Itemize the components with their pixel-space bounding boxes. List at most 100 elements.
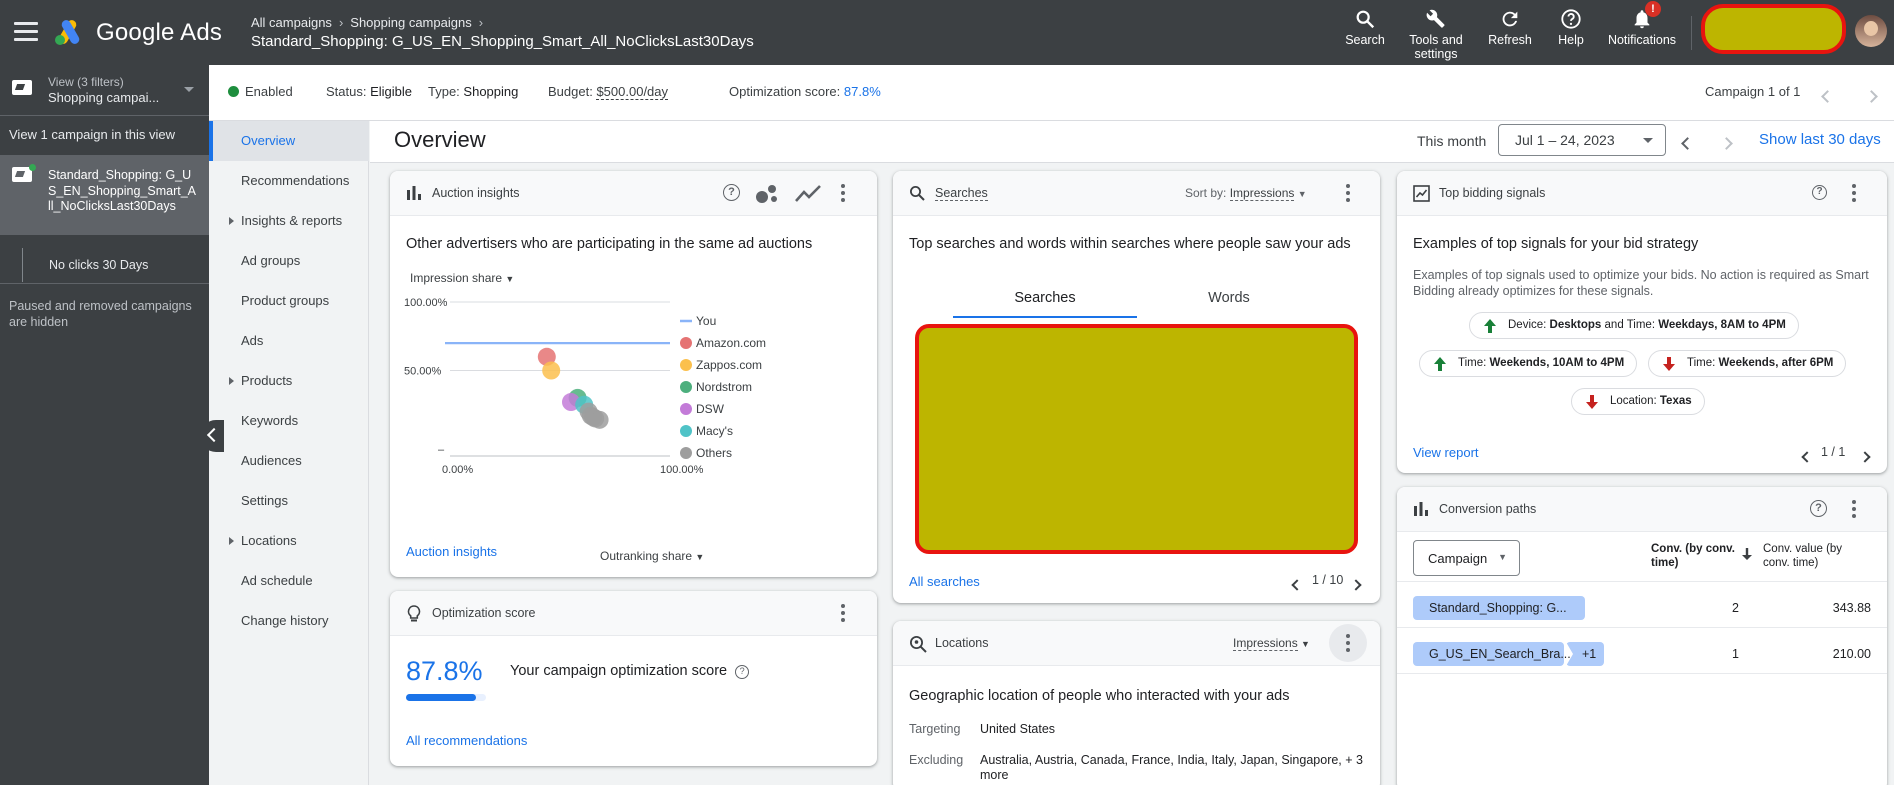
top-bidding-signals-card: Top bidding signals ? Examples of top si… bbox=[1397, 171, 1887, 473]
scatter-view-icon[interactable] bbox=[754, 183, 780, 205]
page-menu-change-history[interactable]: Change history bbox=[209, 601, 369, 641]
collapse-panel-button[interactable] bbox=[200, 420, 224, 452]
signal-chip-weekends-evening: Time: Weekends, after 6PM bbox=[1648, 350, 1847, 377]
signals-pager: 1 / 1 bbox=[1821, 445, 1846, 459]
help-button[interactable]: Help bbox=[1556, 8, 1586, 47]
account-info-redacted[interactable] bbox=[1701, 4, 1846, 54]
next-campaign-button[interactable] bbox=[1865, 89, 1878, 104]
page-menu-ad-groups[interactable]: Ad groups bbox=[209, 241, 369, 281]
opt-score-label: Optimization score: bbox=[729, 84, 841, 99]
campaign-nav-item[interactable]: Standard_Shopping: G_US_EN_Shopping_Smar… bbox=[0, 155, 209, 235]
adgroup-nav-item[interactable]: No clicks 30 Days bbox=[22, 248, 209, 282]
campaign-budget[interactable]: Budget: $500.00/day bbox=[548, 84, 669, 100]
menu-icon[interactable] bbox=[14, 22, 38, 42]
auction-insights-link[interactable]: Auction insights bbox=[406, 544, 497, 559]
legend-label: You bbox=[696, 314, 716, 328]
page-menu-keywords[interactable]: Keywords bbox=[209, 401, 369, 441]
page-menu-settings[interactable]: Settings bbox=[209, 481, 369, 521]
budget-value[interactable]: $500.00/day bbox=[596, 84, 669, 100]
all-recommendations-link[interactable]: All recommendations bbox=[406, 733, 527, 748]
tools-settings-button[interactable]: Tools and settings bbox=[1404, 8, 1468, 61]
help-icon[interactable]: ? bbox=[1810, 500, 1827, 517]
all-searches-link[interactable]: All searches bbox=[909, 574, 980, 589]
next-period-button[interactable] bbox=[1720, 135, 1733, 153]
page-menu-product-groups[interactable]: Product groups bbox=[209, 281, 369, 321]
arrow-up-icon bbox=[1484, 319, 1496, 333]
column-header-conversions[interactable]: Conv. (by conv. time) bbox=[1651, 542, 1735, 570]
prev-page-button[interactable] bbox=[1291, 576, 1303, 594]
refresh-button[interactable]: Refresh bbox=[1487, 8, 1533, 47]
notification-badge: ! bbox=[1645, 1, 1661, 17]
sort-by-dropdown[interactable]: Sort by: Impressions ▼ bbox=[1185, 186, 1307, 201]
page-menu-products[interactable]: Products bbox=[209, 361, 369, 401]
enabled-status[interactable]: Enabled bbox=[228, 84, 293, 99]
column-header-conv-value[interactable]: Conv. value (by conv. time) bbox=[1763, 542, 1842, 570]
page-menu-label: Settings bbox=[241, 493, 288, 508]
notifications-button[interactable]: Notifications bbox=[1605, 8, 1679, 47]
app-logo-text: Google Ads bbox=[96, 19, 223, 46]
campaign-title[interactable]: Standard_Shopping: G_US_EN_Shopping_Smar… bbox=[251, 33, 754, 50]
sort-by-dropdown[interactable]: Impressions ▼ bbox=[1233, 636, 1310, 651]
more-options-icon[interactable] bbox=[1852, 500, 1856, 518]
tab-searches[interactable]: Searches bbox=[953, 290, 1137, 318]
status-value: Eligible bbox=[370, 84, 413, 99]
date-range-picker[interactable]: Jul 1 – 24, 2023 bbox=[1498, 124, 1666, 156]
notifications-label: Notifications bbox=[1607, 33, 1677, 47]
path-chip[interactable]: G_US_EN_Search_Bra... bbox=[1413, 642, 1571, 666]
path-chip[interactable]: Standard_Shopping: G... bbox=[1413, 596, 1585, 620]
search-button[interactable]: Search bbox=[1345, 8, 1385, 47]
opt-score-value[interactable]: 87.8% bbox=[844, 84, 881, 99]
help-label: Help bbox=[1558, 33, 1584, 47]
breadcrumb-all-campaigns[interactable]: All campaigns bbox=[251, 15, 332, 30]
legend-label: Zappos.com bbox=[696, 358, 762, 372]
show-last-30-days-button[interactable]: Show last 30 days bbox=[1759, 131, 1881, 148]
more-options-icon[interactable] bbox=[1852, 184, 1856, 202]
avatar[interactable] bbox=[1855, 15, 1887, 47]
campaign-navigation-panel: View (3 filters) Shopping campai... View… bbox=[0, 65, 209, 785]
prev-campaign-button[interactable] bbox=[1821, 89, 1834, 104]
help-icon bbox=[1561, 9, 1581, 29]
tools-label-line2: settings bbox=[1414, 47, 1458, 61]
view-one-campaign-link[interactable]: View 1 campaign in this view bbox=[9, 127, 175, 142]
view-selector[interactable]: View (3 filters) Shopping campai... bbox=[0, 65, 209, 115]
topbar-divider bbox=[1691, 16, 1692, 50]
tab-words[interactable]: Words bbox=[1137, 290, 1321, 318]
next-page-button[interactable] bbox=[1859, 448, 1871, 466]
next-page-button[interactable] bbox=[1350, 576, 1362, 594]
help-icon[interactable]: ? bbox=[735, 665, 750, 679]
page-menu-audiences[interactable]: Audiences bbox=[209, 441, 369, 481]
trend-view-icon[interactable] bbox=[794, 183, 822, 205]
more-options-icon[interactable] bbox=[841, 604, 845, 622]
view-report-link[interactable]: View report bbox=[1413, 445, 1479, 460]
arrow-up-icon bbox=[1434, 357, 1446, 371]
more-options-icon[interactable] bbox=[1346, 184, 1350, 202]
optimization-score-label: Your campaign optimization score ? bbox=[510, 663, 750, 679]
page-menu-ad-schedule[interactable]: Ad schedule bbox=[209, 561, 369, 601]
path-chip-more[interactable]: +1 bbox=[1566, 642, 1604, 666]
sort-descending-icon[interactable] bbox=[1741, 547, 1753, 561]
y-metric-dropdown[interactable]: Impression share ▼ bbox=[410, 271, 514, 285]
prev-page-button[interactable] bbox=[1801, 448, 1813, 466]
optimization-score-status: Optimization score: 87.8% bbox=[729, 84, 881, 99]
paused-campaigns-note: Paused and removed campaigns are hidden bbox=[9, 299, 192, 329]
dimension-dropdown[interactable]: Campaign ▼ bbox=[1413, 540, 1520, 576]
card-title[interactable]: Searches bbox=[935, 186, 988, 201]
more-options-icon[interactable] bbox=[841, 184, 845, 202]
page-menu-insights-reports[interactable]: Insights & reports bbox=[209, 201, 369, 241]
x-metric-dropdown[interactable]: Outranking share ▼ bbox=[600, 549, 704, 563]
breadcrumb-shopping-campaigns[interactable]: Shopping campaigns bbox=[350, 15, 471, 30]
more-options-button[interactable] bbox=[1329, 624, 1367, 662]
card-subtitle: Geographic location of people who intera… bbox=[909, 688, 1290, 704]
searches-card: Searches Sort by: Impressions ▼ Top sear… bbox=[893, 171, 1380, 603]
signal-value: Texas bbox=[1659, 395, 1692, 407]
page-menu-recommendations[interactable]: Recommendations bbox=[209, 161, 369, 201]
help-icon[interactable]: ? bbox=[1812, 185, 1827, 200]
page-menu-locations[interactable]: Locations bbox=[209, 521, 369, 561]
previous-period-button[interactable] bbox=[1681, 135, 1694, 153]
page-menu-overview[interactable]: Overview bbox=[209, 121, 369, 161]
page-menu-ads[interactable]: Ads bbox=[209, 321, 369, 361]
help-icon[interactable]: ? bbox=[723, 184, 740, 201]
divider bbox=[1397, 581, 1887, 582]
card-header: Top bidding signals ? bbox=[1397, 171, 1887, 216]
refresh-icon bbox=[1502, 11, 1518, 27]
